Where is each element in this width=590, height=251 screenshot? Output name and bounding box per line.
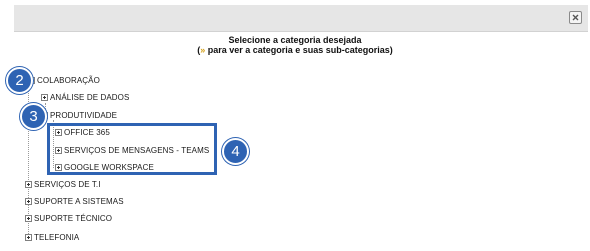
tree-item-label: SUPORTE A SISTEMAS: [34, 196, 124, 206]
expand-icon[interactable]: [41, 93, 48, 101]
step-badge-4: 4: [222, 138, 249, 165]
tree-item-label: PRODUTIVIDADE: [50, 110, 118, 120]
tree-item-label: TELEFONIA: [34, 232, 80, 242]
instruction-hint: (» para ver a categoria e suas sub-categ…: [0, 45, 590, 56]
tree-item-servicos-de-ti[interactable]: SERVIÇOS DE T.I: [25, 178, 101, 190]
expand-icon[interactable]: [25, 214, 32, 222]
expand-icon[interactable]: [25, 197, 32, 205]
close-button[interactable]: [569, 11, 582, 24]
tree-item-colaboracao[interactable]: COLABORAÇÃO: [28, 74, 100, 86]
expand-icon[interactable]: [25, 233, 32, 241]
tree-item-label: SUPORTE TÉCNICO: [34, 213, 113, 223]
dialog-titlebar: [14, 5, 588, 32]
expand-icon[interactable]: [25, 180, 32, 188]
tree-item-analise-de-dados[interactable]: ANÁLISE DE DADOS: [41, 91, 129, 103]
tree-item-label: COLABORAÇÃO: [37, 75, 100, 85]
tree-item-produtividade[interactable]: PRODUTIVIDADE: [41, 109, 117, 121]
close-icon: [572, 14, 579, 21]
tree-item-suporte-tecnico[interactable]: SUPORTE TÉCNICO: [25, 212, 112, 224]
tree-item-telefonia[interactable]: TELEFONIA: [25, 231, 79, 243]
tree-item-label: SERVIÇOS DE T.I: [34, 179, 101, 189]
highlight-box: [47, 123, 217, 175]
instruction-hint-text: para ver a categoria e suas sub-categori…: [205, 45, 393, 55]
tree-item-suporte-a-sistemas[interactable]: SUPORTE A SISTEMAS: [25, 195, 124, 207]
step-badge-2: 2: [6, 67, 33, 94]
tree-item-label: ANÁLISE DE DADOS: [50, 92, 130, 102]
step-badge-3: 3: [20, 103, 47, 130]
